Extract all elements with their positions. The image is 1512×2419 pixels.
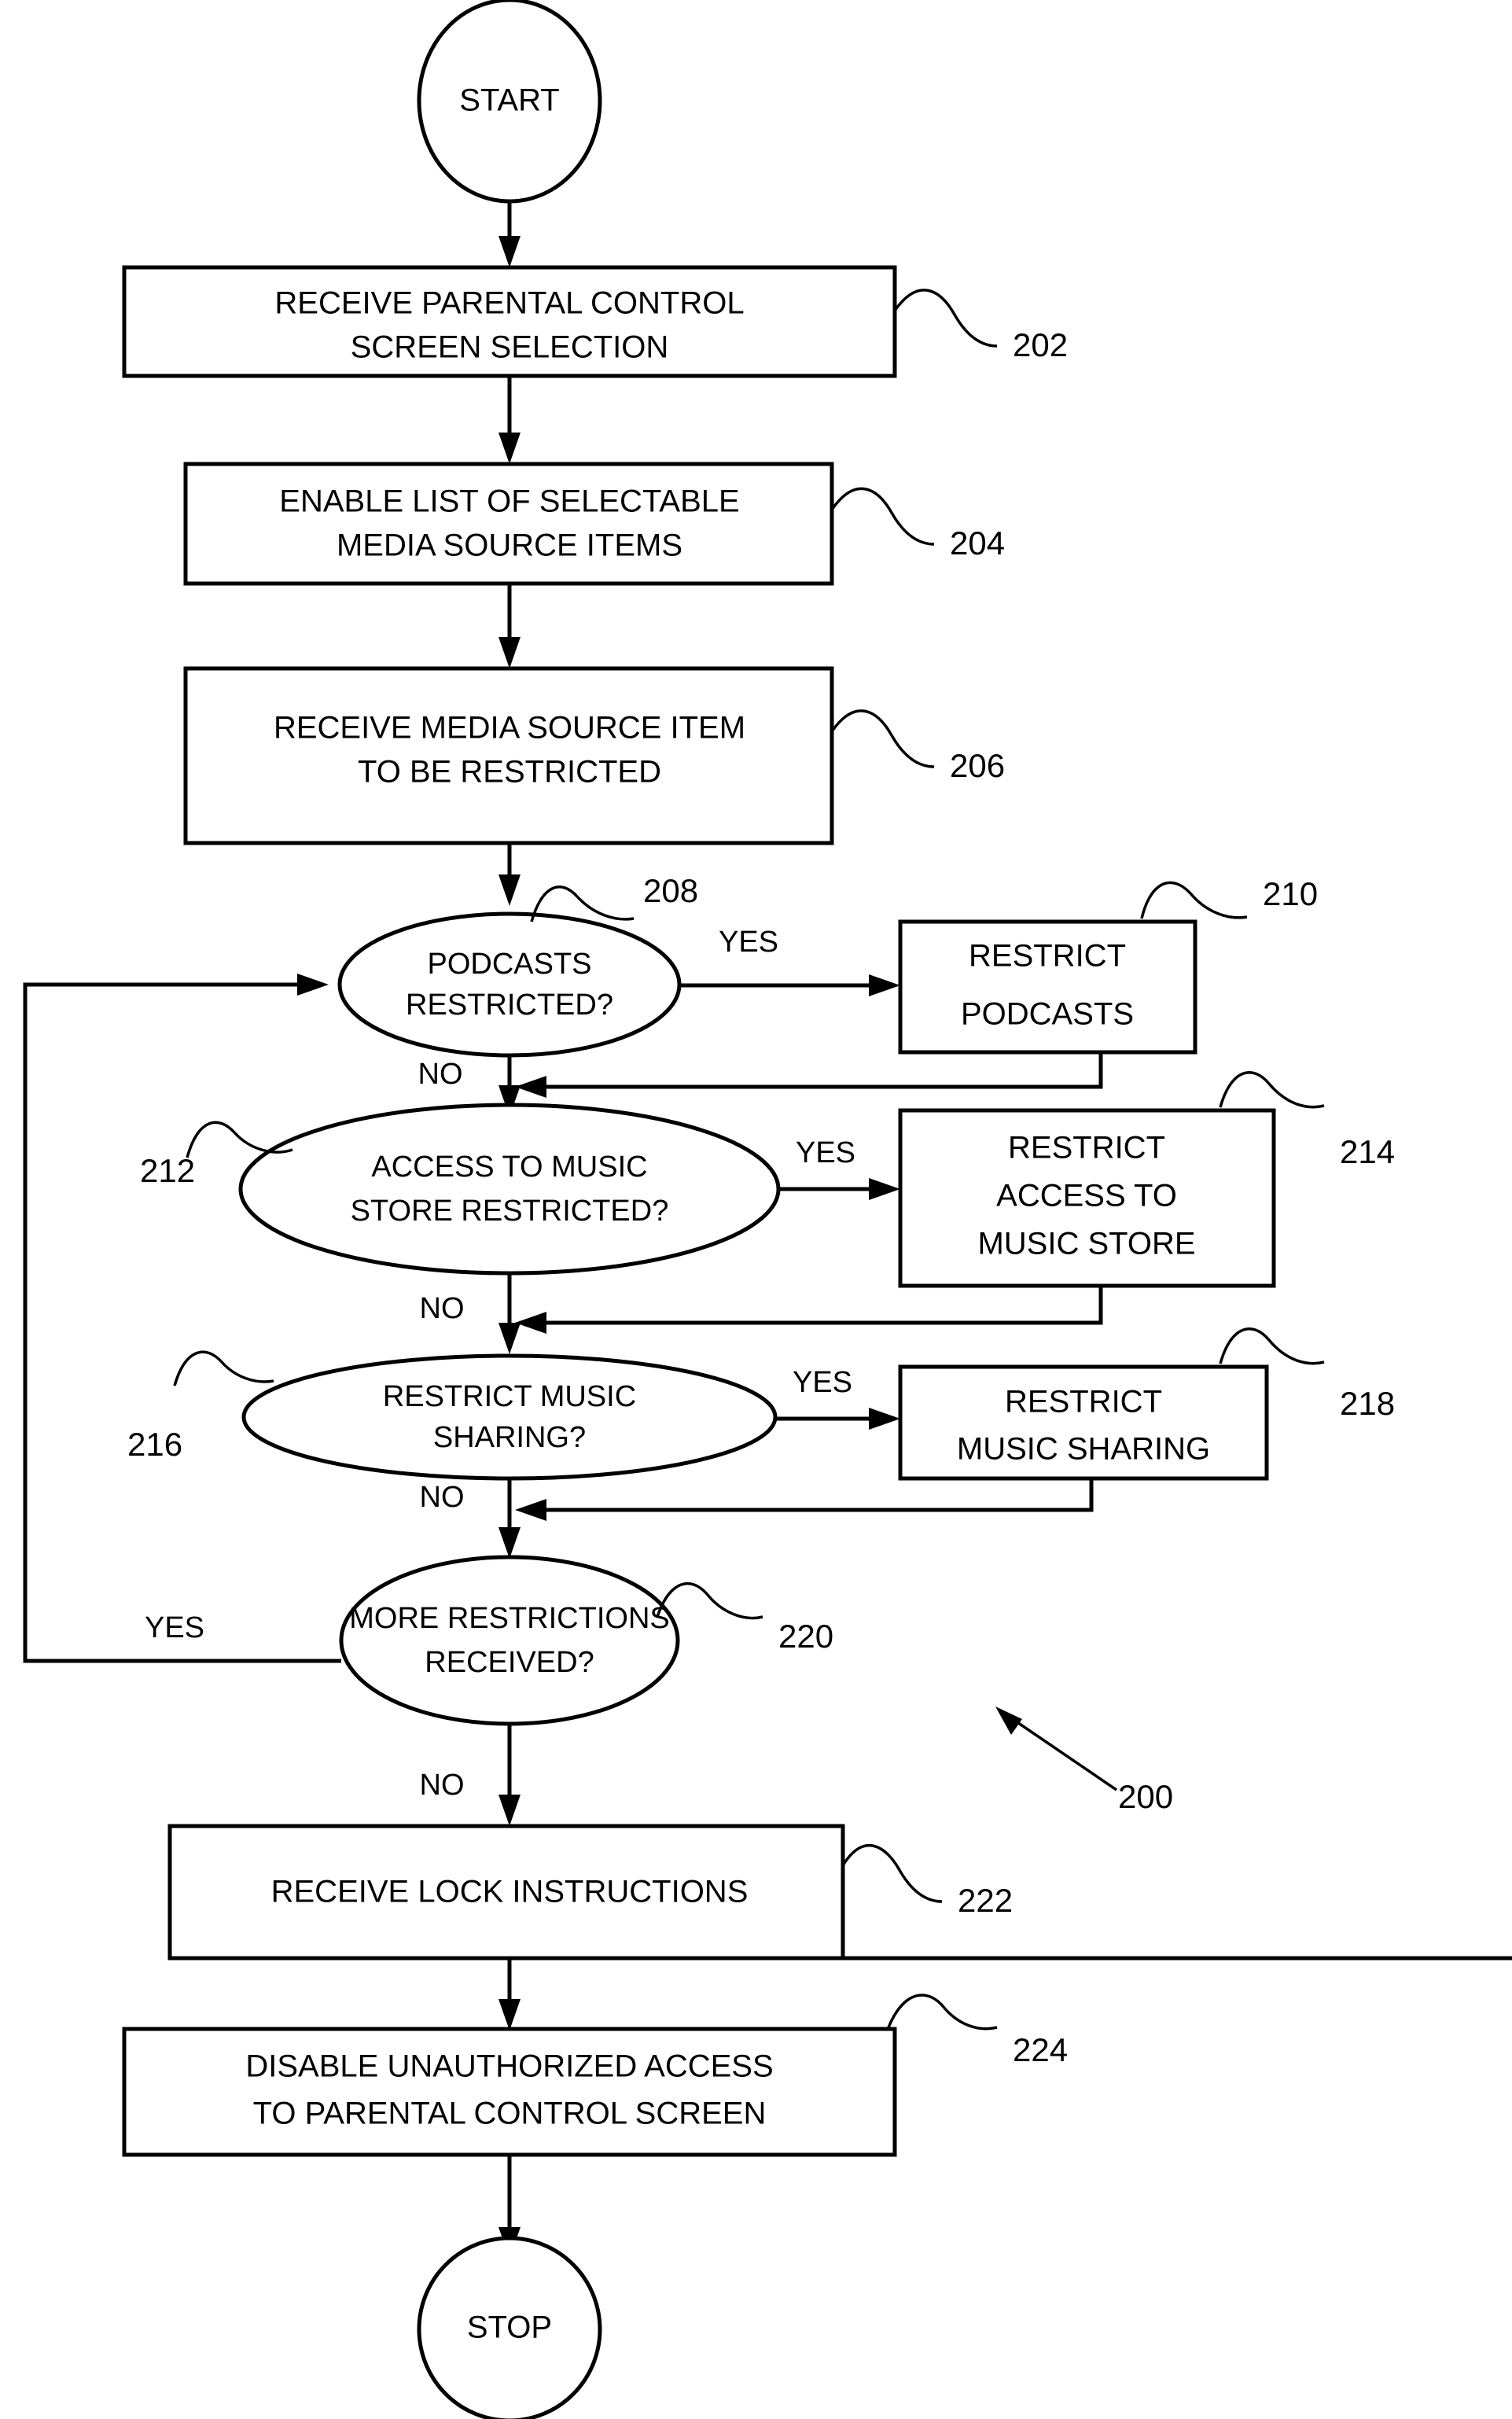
node-212-line-2: STORE RESTRICTED?	[351, 1195, 669, 1228]
branch-label-220-no: NO	[420, 1769, 465, 1802]
node-222-line-1: RECEIVE LOCK INSTRUCTIONS	[271, 1875, 749, 1909]
branch-label-212-yes: YES	[796, 1136, 855, 1169]
node-220-line-1: MORE RESTRICTIONS	[349, 1602, 669, 1635]
node-210-line-2: PODCASTS	[961, 997, 1134, 1032]
node-disable-unauthorized-access-to-parental-control-screen[interactable]: DISABLE UNAUTHORIZED ACCESS TO PARENTAL …	[122, 2027, 897, 2157]
flowchart-canvas: START RECEIVE PARENTAL CONTROL SCREEN SE…	[0, 0, 1512, 2419]
node-restrict-podcasts[interactable]: RESTRICT PODCASTS	[898, 919, 1197, 1055]
branch-label-216-no: NO	[420, 1481, 465, 1514]
ref-number-208: 208	[643, 872, 698, 909]
node-receive-parental-control-screen-selection[interactable]: RECEIVE PARENTAL CONTROL SCREEN SELECTIO…	[122, 265, 897, 378]
edge-220-no-to-222	[498, 1724, 521, 1826]
branch-label-208-yes: YES	[719, 926, 778, 959]
edge-206-to-208	[498, 843, 521, 906]
figure-reference-200: 200	[995, 1707, 1173, 1815]
ref-number-216: 216	[127, 1426, 182, 1463]
node-218-line-2: MUSIC SHARING	[957, 1432, 1210, 1467]
stop-label: STOP	[467, 2310, 552, 2345]
node-212-line-1: ACCESS TO MUSIC	[371, 1151, 647, 1184]
ref-number-200: 200	[1118, 1778, 1173, 1815]
node-more-restrictions-received-decision[interactable]: MORE RESTRICTIONS RECEIVED?	[339, 1555, 680, 1726]
branch-label-212-no: NO	[420, 1292, 465, 1325]
branch-label-208-no: NO	[418, 1058, 463, 1091]
edge-212-yes-to-214	[778, 1178, 900, 1200]
node-216-line-1: RESTRICT MUSIC	[383, 1380, 636, 1413]
ref-leader-204: 204	[830, 487, 1005, 561]
ref-leader-220: 220	[656, 1581, 833, 1655]
ref-number-220: 220	[778, 1618, 833, 1655]
ref-number-224: 224	[1013, 2031, 1068, 2068]
node-206-line-2: TO BE RESTRICTED	[358, 755, 661, 790]
node-stop[interactable]: STOP	[417, 2236, 602, 2419]
edge-216-yes-to-218	[775, 1408, 900, 1430]
node-224-line-1: DISABLE UNAUTHORIZED ACCESS	[245, 2049, 773, 2084]
edge-218-merge	[515, 1478, 1094, 1521]
node-214-line-2: ACCESS TO	[996, 1179, 1177, 1213]
edge-214-merge	[515, 1286, 1103, 1334]
node-220-line-2: RECEIVED?	[425, 1646, 594, 1679]
ref-number-214: 214	[1340, 1133, 1395, 1170]
ref-leader-202: 202	[893, 289, 1068, 363]
node-restrict-music-sharing[interactable]: RESTRICT MUSIC SHARING	[898, 1364, 1269, 1481]
node-202-line-1: RECEIVE PARENTAL CONTROL	[274, 286, 744, 321]
node-receive-lock-instructions[interactable]: RECEIVE LOCK INSTRUCTIONS	[167, 1824, 845, 1961]
edge-216-no-to-220	[498, 1477, 521, 1559]
node-restrict-music-sharing-decision[interactable]: RESTRICT MUSIC SHARING?	[241, 1353, 778, 1481]
node-receive-media-source-item-to-be-restricted[interactable]: RECEIVE MEDIA SOURCE ITEM TO BE RESTRICT…	[183, 666, 834, 845]
node-216-line-2: SHARING?	[433, 1421, 586, 1454]
node-204-line-1: ENABLE LIST OF SELECTABLE	[279, 484, 739, 519]
node-206-line-1: RECEIVE MEDIA SOURCE ITEM	[274, 711, 745, 746]
edge-212-no-to-216	[498, 1272, 521, 1354]
edge-202-to-204	[498, 376, 521, 464]
node-access-to-music-store-restricted-decision[interactable]: ACCESS TO MUSIC STORE RESTRICTED?	[238, 1103, 781, 1276]
branch-label-220-yes: YES	[145, 1611, 204, 1644]
edge-220-yes-feedback-to-208	[23, 974, 341, 1663]
node-208-line-2: RESTRICTED?	[406, 989, 613, 1022]
node-podcasts-restricted-decision[interactable]: PODCASTS RESTRICTED?	[337, 911, 682, 1058]
ref-leader-208: 208	[530, 872, 698, 922]
edge-208-yes-to-210	[679, 974, 900, 996]
node-210-line-1: RESTRICT	[969, 939, 1126, 974]
ref-number-206: 206	[950, 747, 1005, 784]
start-label: START	[459, 83, 559, 118]
node-218-line-1: RESTRICT	[1005, 1385, 1162, 1419]
node-224-line-2: TO PARENTAL CONTROL SCREEN	[253, 2097, 767, 2131]
ref-number-210: 210	[1263, 875, 1318, 912]
ref-leader-206: 206	[830, 709, 1005, 784]
ref-number-222: 222	[958, 1882, 1013, 1919]
edge-204-to-206	[498, 584, 521, 668]
flowchart-svg: START RECEIVE PARENTAL CONTROL SCREEN SE…	[23, 0, 1512, 2419]
ref-number-202: 202	[1013, 326, 1068, 363]
ref-number-204: 204	[950, 525, 1005, 561]
ref-number-218: 218	[1340, 1385, 1395, 1422]
edge-222-to-224	[498, 1956, 1512, 2031]
node-208-line-1: PODCASTS	[427, 948, 591, 981]
edge-210-merge	[515, 1052, 1103, 1098]
node-214-line-3: MUSIC STORE	[977, 1227, 1195, 1261]
ref-leader-210: 210	[1140, 875, 1318, 919]
node-enable-list-of-selectable-media-source-items[interactable]: ENABLE LIST OF SELECTABLE MEDIA SOURCE I…	[183, 462, 834, 586]
node-start[interactable]: START	[417, 0, 602, 204]
node-214-line-1: RESTRICT	[1008, 1131, 1165, 1165]
ref-leader-222: 222	[841, 1843, 1013, 1919]
ref-leader-224: 224	[887, 1994, 1068, 2068]
branch-label-216-yes: YES	[793, 1366, 852, 1399]
node-restrict-access-to-music-store[interactable]: RESTRICT ACCESS TO MUSIC STORE	[898, 1108, 1276, 1288]
node-202-line-2: SCREEN SELECTION	[351, 330, 669, 365]
node-204-line-2: MEDIA SOURCE ITEMS	[337, 528, 682, 563]
ref-number-212: 212	[140, 1152, 195, 1189]
